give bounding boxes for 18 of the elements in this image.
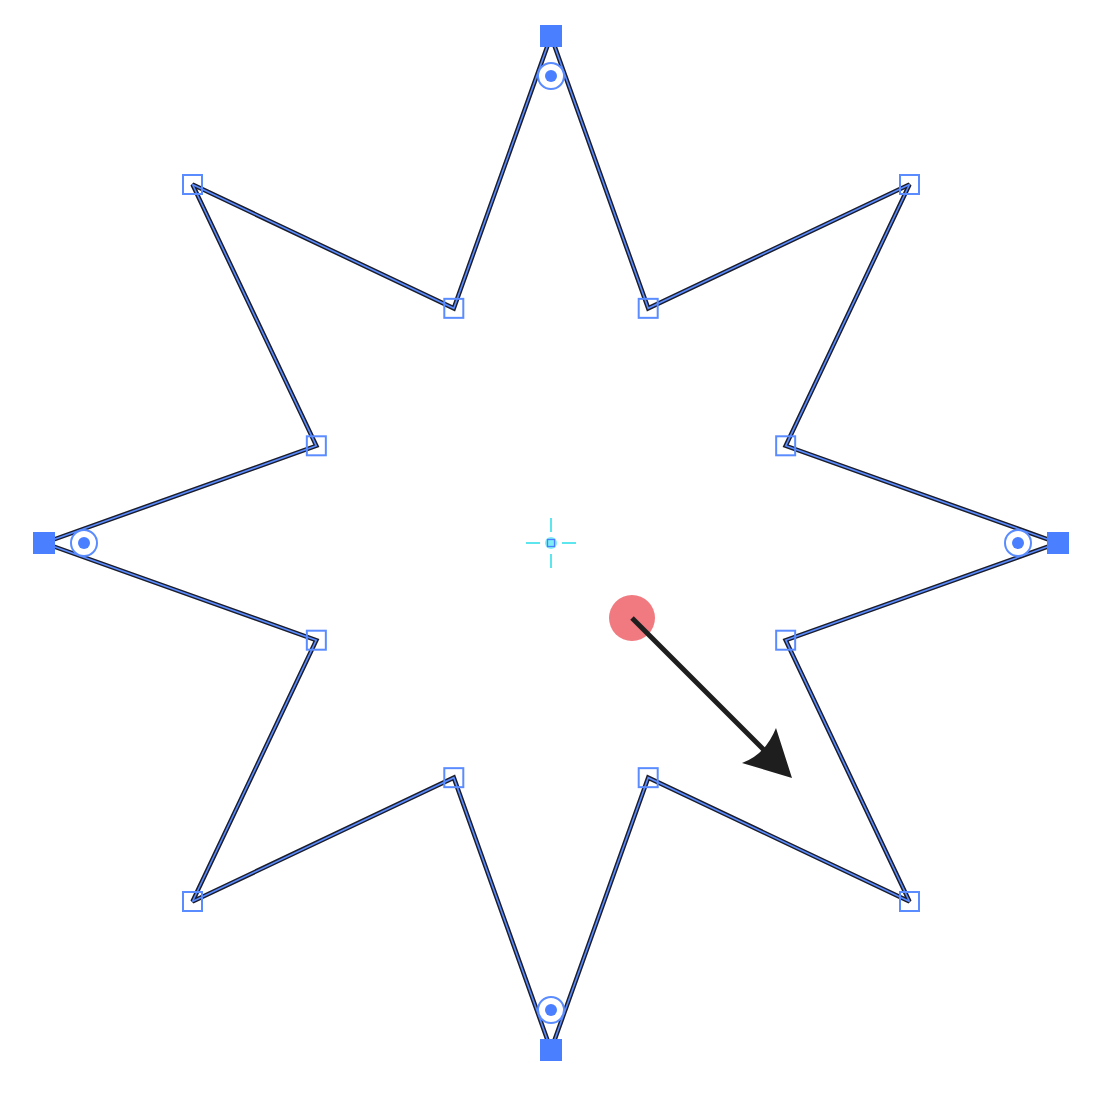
anchor-point[interactable] xyxy=(637,767,659,789)
anchor-point[interactable] xyxy=(775,629,797,651)
crosshair-icon xyxy=(525,517,577,569)
pointer-dot xyxy=(609,595,655,641)
anchor-point[interactable] xyxy=(637,297,659,319)
anchor-point[interactable] xyxy=(899,174,920,195)
anchor-point[interactable] xyxy=(775,435,797,457)
anchor-point[interactable] xyxy=(305,629,327,651)
corner-radius-handle[interactable] xyxy=(1004,529,1032,557)
anchor-point[interactable] xyxy=(182,891,203,912)
anchor-point[interactable] xyxy=(899,891,920,912)
corner-radius-handle[interactable] xyxy=(70,529,98,557)
anchor-point[interactable] xyxy=(443,297,465,319)
anchor-point[interactable] xyxy=(305,435,327,457)
corner-radius-handle[interactable] xyxy=(537,996,565,1024)
corner-radius-handle[interactable] xyxy=(537,62,565,90)
anchor-point[interactable] xyxy=(443,767,465,789)
anchor-point[interactable] xyxy=(182,174,203,195)
